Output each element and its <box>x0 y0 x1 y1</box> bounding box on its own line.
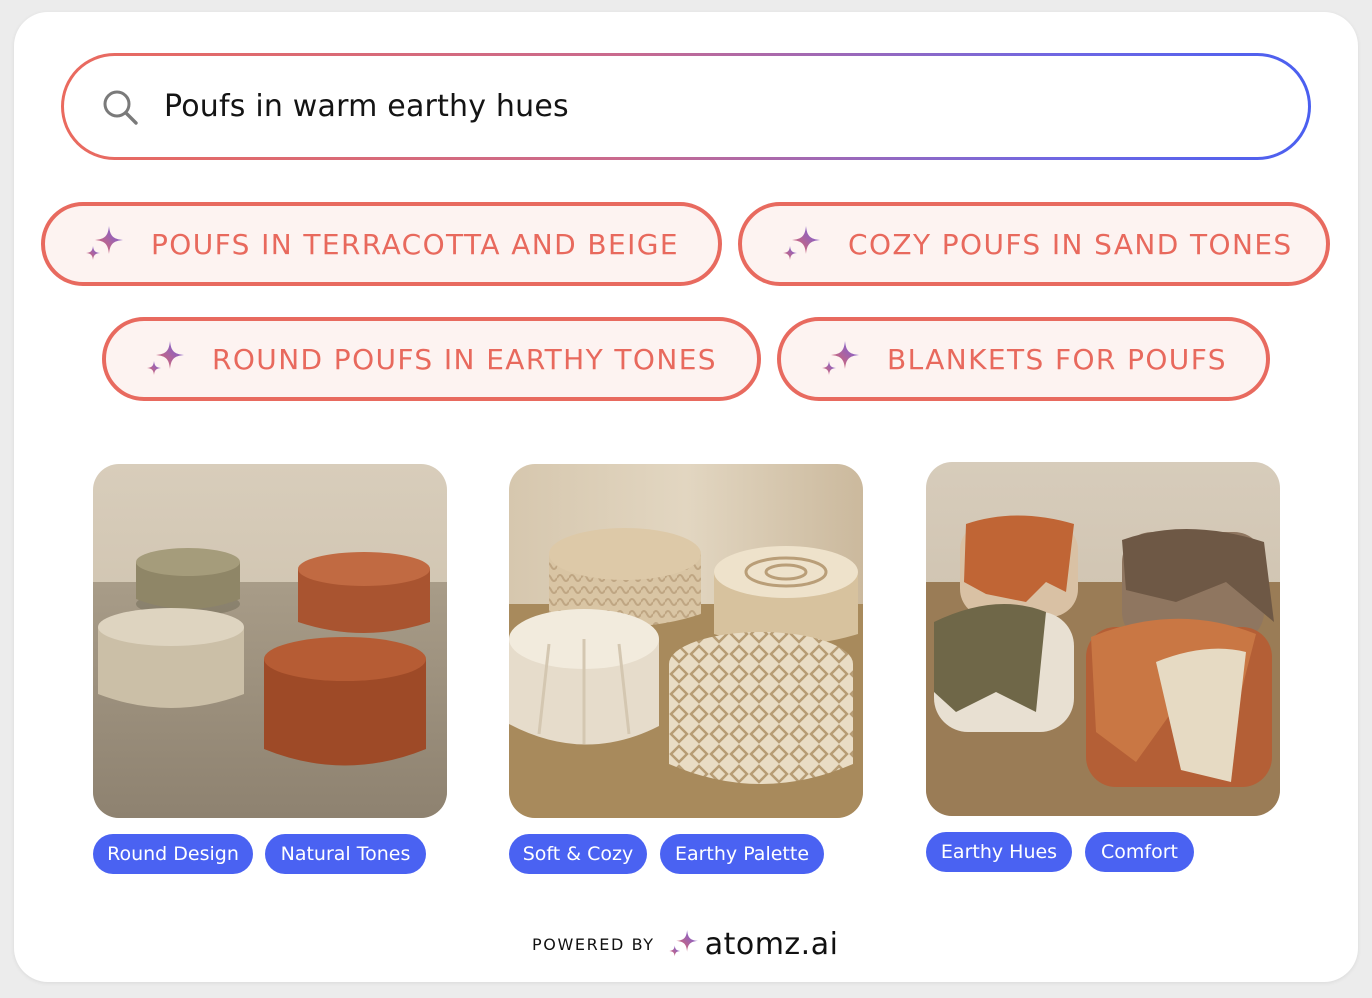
sparkle-icon <box>822 341 859 375</box>
suggestion-chip-terracotta-beige[interactable]: POUFS IN TERRACOTTA AND BEIGE <box>41 202 722 286</box>
powered-by-footer: POWERED BY atomz.ai <box>532 924 838 964</box>
suggestion-label: COZY POUFS IN SAND TONES <box>848 227 1293 261</box>
atomz-logo-icon <box>669 930 698 957</box>
tag-earthy-hues[interactable]: Earthy Hues <box>926 832 1072 872</box>
sparkle-icon <box>147 341 184 375</box>
tag-soft-cozy[interactable]: Soft & Cozy <box>509 834 647 874</box>
powered-by-label: POWERED BY <box>532 934 655 954</box>
product-image-textured-poufs[interactable] <box>509 464 863 818</box>
suggestion-label: BLANKETS FOR POUFS <box>887 342 1227 376</box>
pouf-photo-3 <box>926 462 1280 816</box>
tag-comfort[interactable]: Comfort <box>1085 832 1194 872</box>
suggestion-chip-round-earthy[interactable]: ROUND POUFS IN EARTHY TONES <box>102 317 761 401</box>
search-query: Poufs in warm earthy hues <box>164 89 569 124</box>
suggestion-label: POUFS IN TERRACOTTA AND BEIGE <box>151 227 679 261</box>
brand-name: atomz.ai <box>704 926 839 962</box>
sparkle-icon <box>86 226 123 260</box>
suggestion-chip-blankets[interactable]: BLANKETS FOR POUFS <box>777 317 1270 401</box>
tag-round-design[interactable]: Round Design <box>93 834 253 874</box>
search-input[interactable]: Poufs in warm earthy hues <box>64 56 1308 157</box>
search-bar[interactable]: Poufs in warm earthy hues <box>61 53 1311 160</box>
tag-earthy-palette[interactable]: Earthy Palette <box>660 834 824 874</box>
suggestion-label: ROUND POUFS IN EARTHY TONES <box>212 342 717 376</box>
product-image-round-poufs[interactable] <box>93 464 447 818</box>
suggestion-chip-sand-tones[interactable]: COZY POUFS IN SAND TONES <box>738 202 1330 286</box>
pouf-photo-1 <box>93 464 447 818</box>
tag-natural-tones[interactable]: Natural Tones <box>265 834 426 874</box>
pouf-photo-2 <box>509 464 863 818</box>
search-icon <box>103 90 138 125</box>
product-image-poufs-blankets[interactable] <box>926 462 1280 816</box>
sparkle-icon <box>783 226 820 260</box>
